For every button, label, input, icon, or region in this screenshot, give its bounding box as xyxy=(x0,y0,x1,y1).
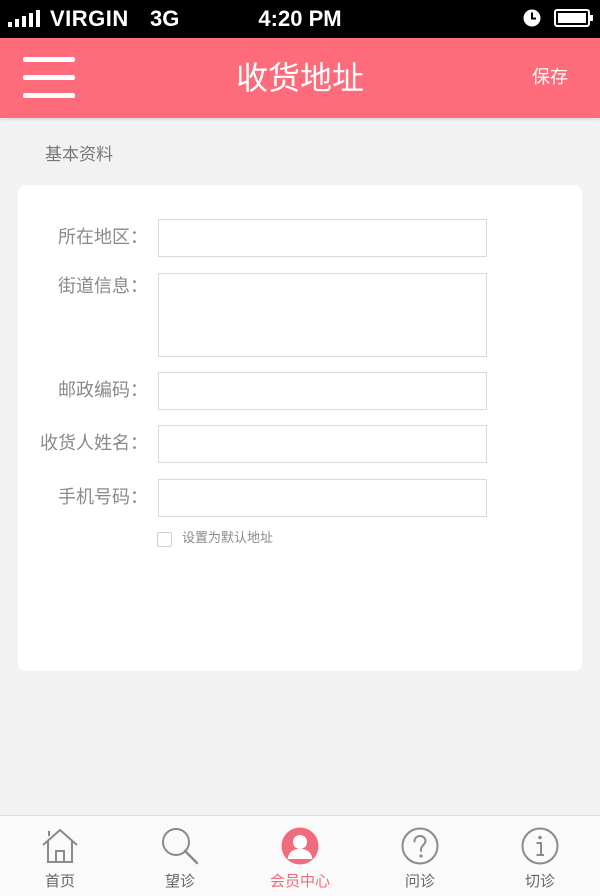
default-address-label: 设置为默认地址 xyxy=(182,531,274,546)
default-address-checkbox[interactable] xyxy=(157,532,172,547)
home-icon xyxy=(42,829,78,863)
postal-code-label: 邮政编码： xyxy=(58,380,148,401)
tab-label: 望诊 xyxy=(164,872,195,890)
tab-consultation[interactable]: 问诊 xyxy=(360,816,480,896)
nav-bar: 收货地址 保存 xyxy=(0,38,600,118)
phone-label: 手机号码： xyxy=(58,487,148,508)
region-label: 所在地区： xyxy=(58,227,148,248)
tab-bar: 首页 望诊 会员中心 问诊 切诊 xyxy=(0,815,600,896)
tab-label: 首页 xyxy=(44,872,75,890)
recipient-name-input[interactable] xyxy=(158,425,487,463)
user-icon xyxy=(281,827,319,865)
info-icon xyxy=(521,827,559,865)
phone-input[interactable] xyxy=(158,479,487,517)
search-icon xyxy=(162,828,199,865)
status-time: 4:20 PM xyxy=(258,6,342,31)
street-input[interactable] xyxy=(158,273,487,357)
battery-icon xyxy=(554,9,593,27)
question-icon xyxy=(401,827,439,865)
street-label: 街道信息： xyxy=(58,276,148,297)
tab-home[interactable]: 首页 xyxy=(0,816,120,896)
tab-member-center[interactable]: 会员中心 xyxy=(240,816,360,896)
alarm-clock-icon xyxy=(523,9,541,27)
tab-label: 会员中心 xyxy=(269,872,330,890)
tab-label: 问诊 xyxy=(404,872,435,890)
page-title: 收货地址 xyxy=(235,59,364,97)
tab-label: 切诊 xyxy=(524,872,555,890)
section-title: 基本资料 xyxy=(45,145,113,165)
tab-palpation[interactable]: 切诊 xyxy=(480,816,600,896)
save-button[interactable]: 保存 xyxy=(532,38,568,118)
postal-code-input[interactable] xyxy=(158,372,487,410)
region-input[interactable] xyxy=(158,219,487,257)
tab-inspection[interactable]: 望诊 xyxy=(120,816,240,896)
status-bar: VIRGIN 3G 4:20 PM xyxy=(0,0,600,38)
recipient-name-label: 收货人姓名： xyxy=(40,433,148,454)
